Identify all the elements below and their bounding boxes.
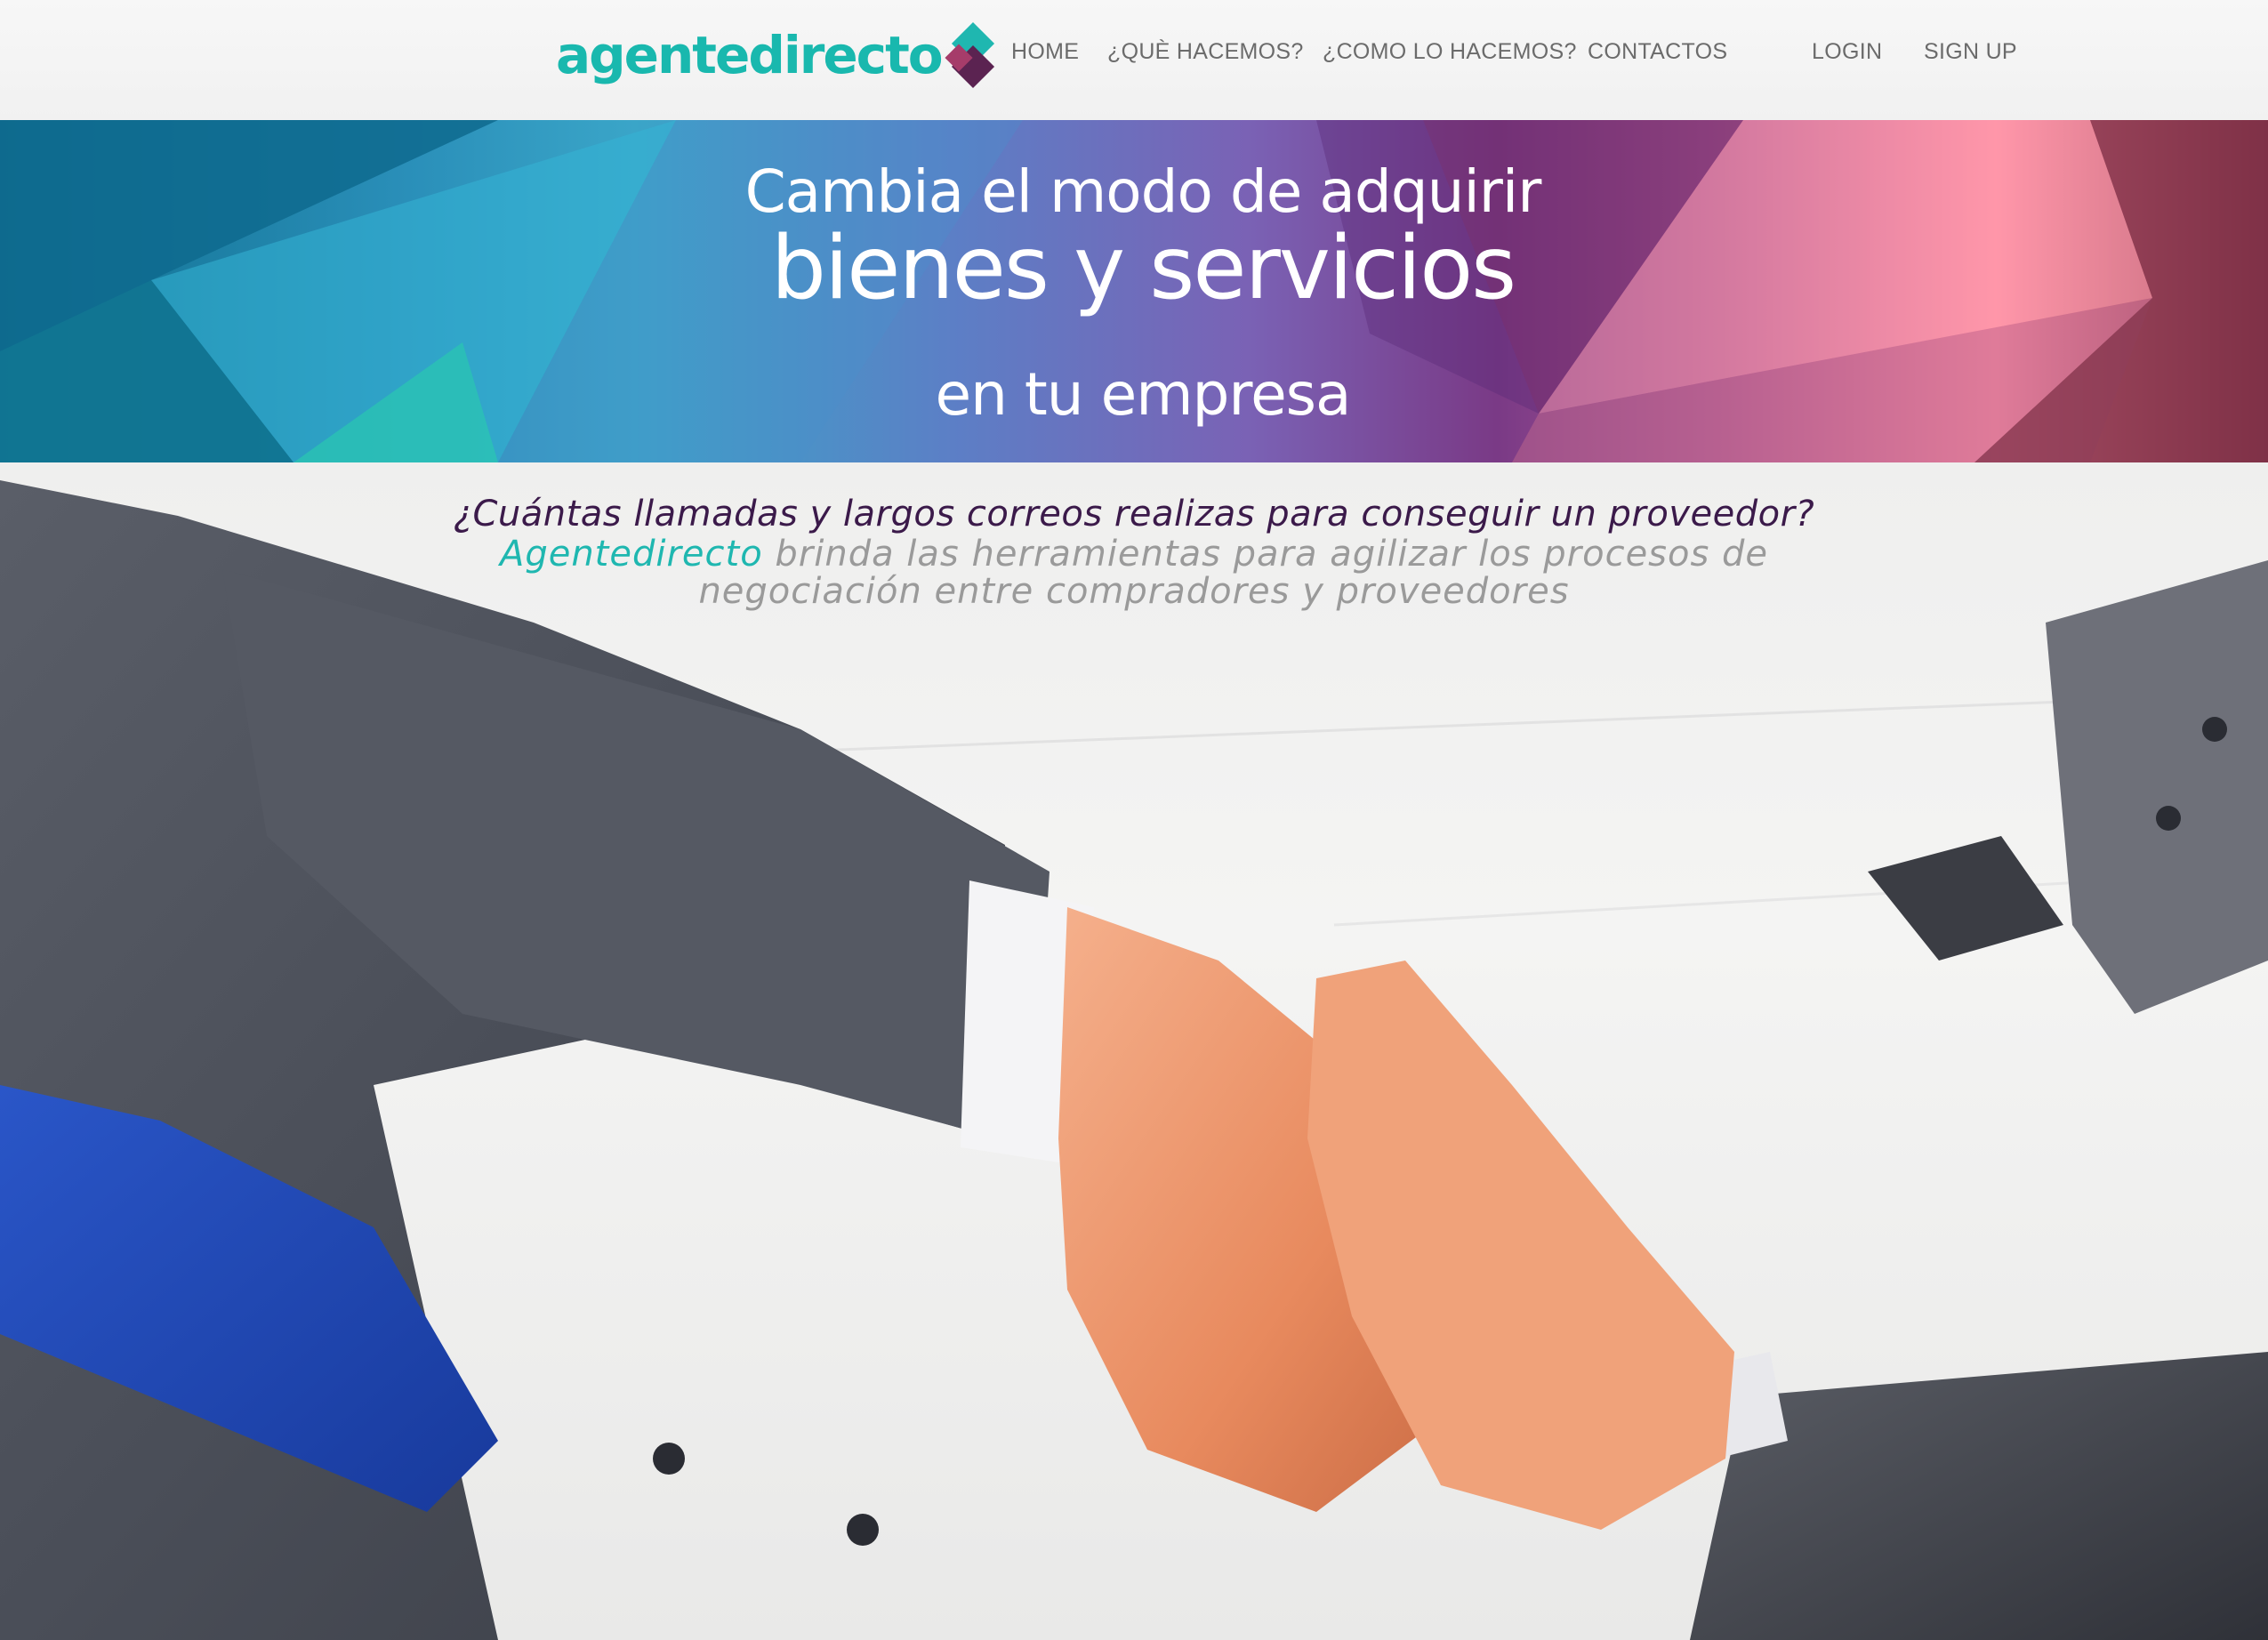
diamond-logo-icon [945,21,999,89]
nav-home-link[interactable]: HOME [1011,32,1079,71]
logo-wordmark: agentedirecto [556,25,944,85]
banner-headline-line1: Cambia el modo de adquirir [744,157,1542,226]
banner-headline-line2: bienes y servicios [770,218,1516,319]
nav-contactos-link[interactable]: CONTACTOS [1588,32,1727,71]
site-header: agentedirecto HOME ¿QUÈ HACEMOS? ¿COMO L… [0,0,2268,120]
login-link[interactable]: LOGIN [1812,32,1882,71]
signup-link[interactable]: SIGN UP [1924,32,2017,71]
intro-question: ¿Cuántas llamadas y largos correos reali… [453,494,1815,535]
banner-headline-line3: en tu empresa [935,360,1351,429]
intro-brand-name: Agentedirecto [499,534,763,575]
nav-como-lo-hacemos-link[interactable]: ¿COMO LO HACEMOS? [1323,32,1577,71]
hero-banner: Cambia el modo de adquirir bienes y serv… [0,120,2268,462]
handshake-illustration [0,480,2268,1640]
intro-description-text: brinda las herramientas para agilizar lo… [698,534,1769,612]
intro-description: Agentedirecto brinda las herramientas pa… [498,535,1770,610]
nav-que-hacemos-link[interactable]: ¿QUÈ HACEMOS? [1107,32,1304,71]
site-logo[interactable]: agentedirecto [556,20,999,91]
handshake-photo [0,462,2268,1640]
